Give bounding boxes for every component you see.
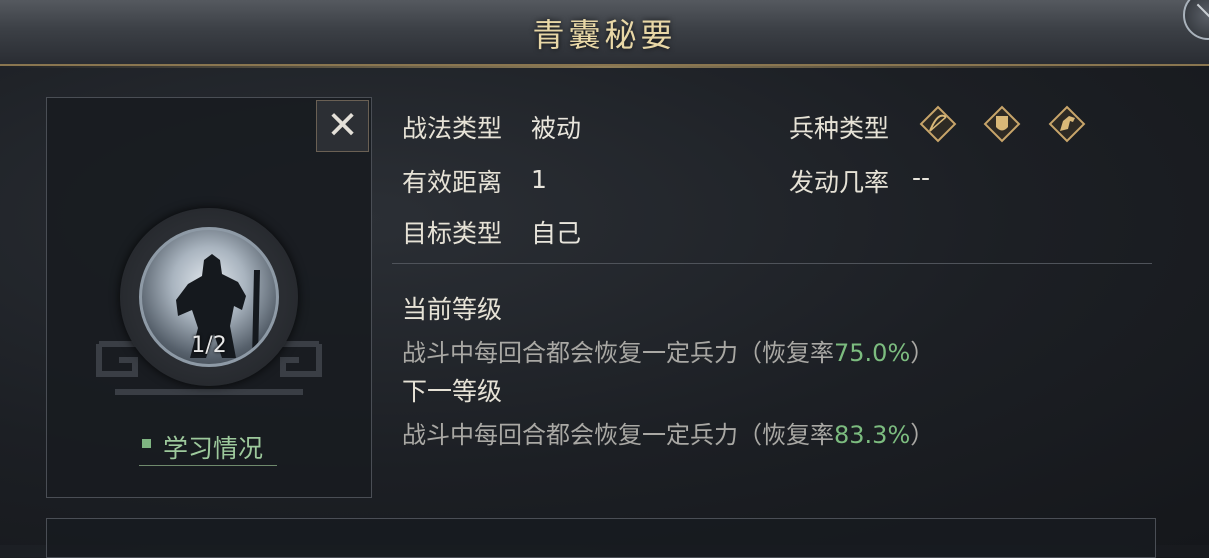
current-level-title: 当前等级 (402, 295, 503, 324)
horse-icon[interactable] (1046, 103, 1088, 145)
study-status-link[interactable]: 学习情况 (139, 429, 277, 466)
target-type-label: 目标类型 (402, 219, 503, 248)
title-bar: 青囊秘要 (0, 0, 1209, 68)
current-level-text: 战斗中每回合都会恢复一定兵力（恢复率 (402, 339, 834, 367)
close-button[interactable]: ✕ (316, 100, 369, 152)
tactic-type-value: 被动 (531, 114, 582, 143)
current-level-description: 战斗中每回合都会恢复一定兵力（恢复率75.0%） (402, 333, 934, 368)
next-level-suffix: ） (910, 421, 935, 449)
next-level-title: 下一等级 (402, 377, 503, 406)
current-level-rate: 75.0% (834, 339, 911, 367)
shield-icon[interactable] (981, 103, 1023, 145)
next-level-description: 战斗中每回合都会恢复一定兵力（恢复率83.3%） (402, 415, 934, 450)
next-level-text: 战斗中每回合都会恢复一定兵力（恢复率 (402, 421, 834, 449)
skill-progress: 1/2 (191, 333, 227, 358)
bottom-panel (46, 518, 1156, 558)
window-title: 青囊秘要 (532, 16, 677, 54)
trigger-chance-label: 发动几率 (789, 168, 890, 197)
troop-type-label: 兵种类型 (789, 114, 890, 143)
next-level-rate: 83.3% (834, 421, 911, 449)
study-status-label: 学习情况 (163, 434, 264, 463)
target-type-value: 自己 (531, 219, 582, 248)
green-bullet-icon (142, 439, 151, 448)
range-label: 有效距离 (402, 168, 503, 197)
trigger-chance-value: -- (912, 163, 931, 192)
section-divider (392, 263, 1152, 264)
bow-icon[interactable] (917, 103, 959, 145)
range-value: 1 (531, 165, 547, 194)
current-level-suffix: ） (910, 339, 935, 367)
tactic-type-label: 战法类型 (402, 114, 503, 143)
